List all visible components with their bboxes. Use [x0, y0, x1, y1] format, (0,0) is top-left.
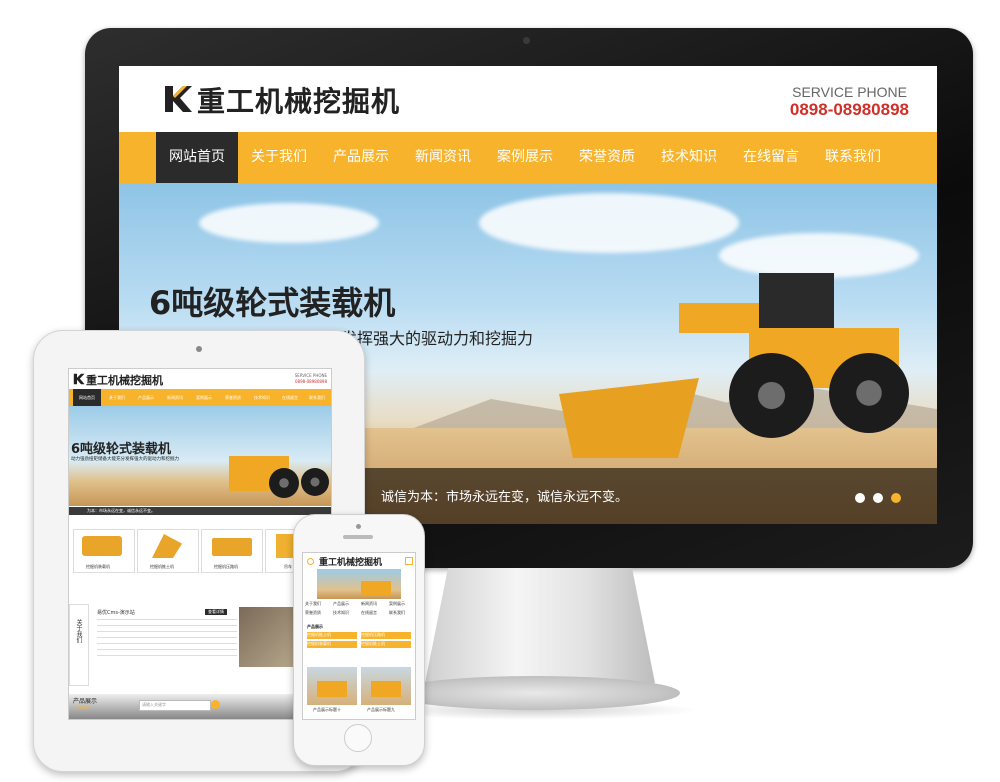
slide-dot-2[interactable]	[873, 493, 883, 503]
phone-list-item[interactable]: 挖掘机推土机	[361, 641, 411, 648]
phone-nav-item[interactable]: 案例展示	[389, 601, 405, 607]
phone-logo-text[interactable]: 重工机械挖掘机	[319, 555, 382, 568]
phone-nav-item[interactable]: 在线留言	[361, 610, 377, 616]
tablet-notice-bar: 为本：市场永远在变，诚信永远不变。	[69, 507, 331, 515]
phone-section-title: 产品展示	[307, 624, 323, 629]
tablet-nav-honors[interactable]: 荣誉资质	[219, 389, 247, 406]
service-phone-label: SERVICE PHONE	[792, 84, 907, 100]
site-logo-text[interactable]: 重工机械挖掘机	[197, 80, 400, 120]
tablet-nav-message[interactable]: 在线留言	[277, 389, 303, 406]
nav-item-message[interactable]: 在线留言	[730, 132, 812, 183]
search-icon[interactable]	[405, 557, 413, 565]
tablet-phone-number: 0898-08980898	[295, 379, 327, 384]
webcam-dot	[523, 37, 530, 44]
tablet-about-text	[97, 619, 237, 659]
tablet-footer-band: 产品展示 PRODUCT 请输入关键字	[69, 694, 331, 719]
phone-product-image[interactable]	[307, 667, 357, 705]
slogan-strip: 诚信为本：市场永远在变，诚信永远不变。	[365, 468, 937, 524]
tablet-nav-about[interactable]: 关于我们	[103, 389, 131, 406]
slogan-text: 诚信为本：市场永远在变，诚信永远不变。	[381, 490, 629, 505]
phone-list-item[interactable]: 挖掘机压路机	[361, 632, 411, 639]
tablet-more-button[interactable]: 查看详情	[205, 609, 227, 615]
nav-item-about[interactable]: 关于我们	[238, 132, 320, 183]
nav-item-contact[interactable]: 联系我们	[812, 132, 894, 183]
tablet-banner-subline: 动力强劲扭矩储备大能充分发挥强大的驱动力和挖掘力	[71, 457, 179, 462]
tablet-banner-headline: 6吨级轮式装载机	[71, 442, 172, 457]
phone-nav-item[interactable]: 新闻资讯	[361, 601, 377, 607]
tablet-nav-contact[interactable]: 联系我们	[304, 389, 330, 406]
tablet-nav-tech[interactable]: 技术知识	[248, 389, 276, 406]
phone-camera	[356, 524, 361, 529]
tablet-nav: 网站首页 关于我们 产品展示 新闻资讯 案例展示 荣誉资质 技术知识 在线留言 …	[69, 389, 331, 406]
logo-k-icon	[165, 86, 192, 112]
tablet-product-card[interactable]: 挖掘机推土机	[137, 529, 199, 573]
phone-nav-item[interactable]: 技术知识	[333, 610, 349, 616]
nav-item-cases[interactable]: 案例展示	[484, 132, 566, 183]
slide-dot-3[interactable]	[891, 493, 901, 503]
tablet-nav-cases[interactable]: 案例展示	[190, 389, 218, 406]
phone-list-item[interactable]: 挖掘机装载机	[307, 641, 357, 648]
tablet-nav-home[interactable]: 网站首页	[73, 389, 101, 406]
tablet-hero-banner[interactable]: 6吨级轮式装载机 动力强劲扭矩储备大能充分发挥强大的驱动力和挖掘力	[69, 406, 331, 506]
tablet-search-input[interactable]: 请输入关键字	[139, 700, 211, 711]
phone-nav-item[interactable]: 联系我们	[389, 610, 405, 616]
nav-item-tech[interactable]: 技术知识	[648, 132, 730, 183]
monitor-base	[390, 676, 680, 710]
logo-k-icon	[73, 373, 85, 385]
monitor-stand	[425, 568, 655, 683]
tablet-product-card[interactable]: 挖掘机装载机	[73, 529, 135, 573]
phone-caption: 产品展示标题十	[313, 707, 341, 712]
search-icon[interactable]	[211, 700, 220, 709]
tablet-logo-text[interactable]: 重工机械挖掘机	[86, 372, 163, 388]
tablet-notice-text: 为本：市场永远在变，诚信永远不变。	[87, 508, 155, 513]
phone-banner[interactable]	[317, 569, 401, 599]
phone-product-image[interactable]	[361, 667, 411, 705]
cloud	[719, 233, 919, 278]
tablet-nav-products[interactable]: 产品展示	[132, 389, 160, 406]
slide-dot-1[interactable]	[855, 493, 865, 503]
tablet-camera	[196, 346, 202, 352]
menu-icon[interactable]	[307, 558, 314, 565]
service-phone-number: 0898-08980898	[789, 100, 909, 119]
phone-home-button[interactable]	[344, 724, 372, 752]
phone-list-item[interactable]: 挖掘机推土机	[307, 632, 357, 639]
phone-screen: 重工机械挖掘机 关于我们 产品展示 新闻资讯 案例展示 荣誉资质 技术知识 在线…	[302, 552, 416, 720]
phone-nav-item[interactable]: 关于我们	[305, 601, 321, 607]
nav-item-news[interactable]: 新闻资讯	[402, 132, 484, 183]
tablet-product-card[interactable]: 挖掘机压路机	[201, 529, 263, 573]
tablet-about-site: 易优Cms-演示站	[97, 610, 135, 616]
nav-item-honors[interactable]: 荣誉资质	[566, 132, 648, 183]
banner-headline: 6吨级轮式装载机	[149, 284, 396, 322]
nav-item-products[interactable]: 产品展示	[320, 132, 402, 183]
cloud	[199, 203, 379, 243]
phone-nav-item[interactable]: 产品展示	[333, 601, 349, 607]
phone-product-list: 挖掘机推土机 挖掘机压路机 挖掘机装载机 挖掘机推土机	[307, 632, 411, 664]
nav-item-home[interactable]: 网站首页	[156, 132, 238, 183]
phone-nav-grid: 关于我们 产品展示 新闻资讯 案例展示 荣誉资质 技术知识 在线留言 联系我们	[303, 601, 415, 623]
phone-nav-item[interactable]: 荣誉资质	[305, 610, 321, 616]
main-nav: 网站首页 关于我们 产品展示 新闻资讯 案例展示 荣誉资质 技术知识 在线留言 …	[119, 132, 937, 183]
tablet-nav-news[interactable]: 新闻资讯	[161, 389, 189, 406]
phone-caption: 产品展示标题九	[367, 707, 395, 712]
phone-speaker	[343, 535, 373, 539]
cloud	[479, 193, 739, 253]
tablet-about-tab[interactable]: 关于我们	[69, 604, 89, 686]
